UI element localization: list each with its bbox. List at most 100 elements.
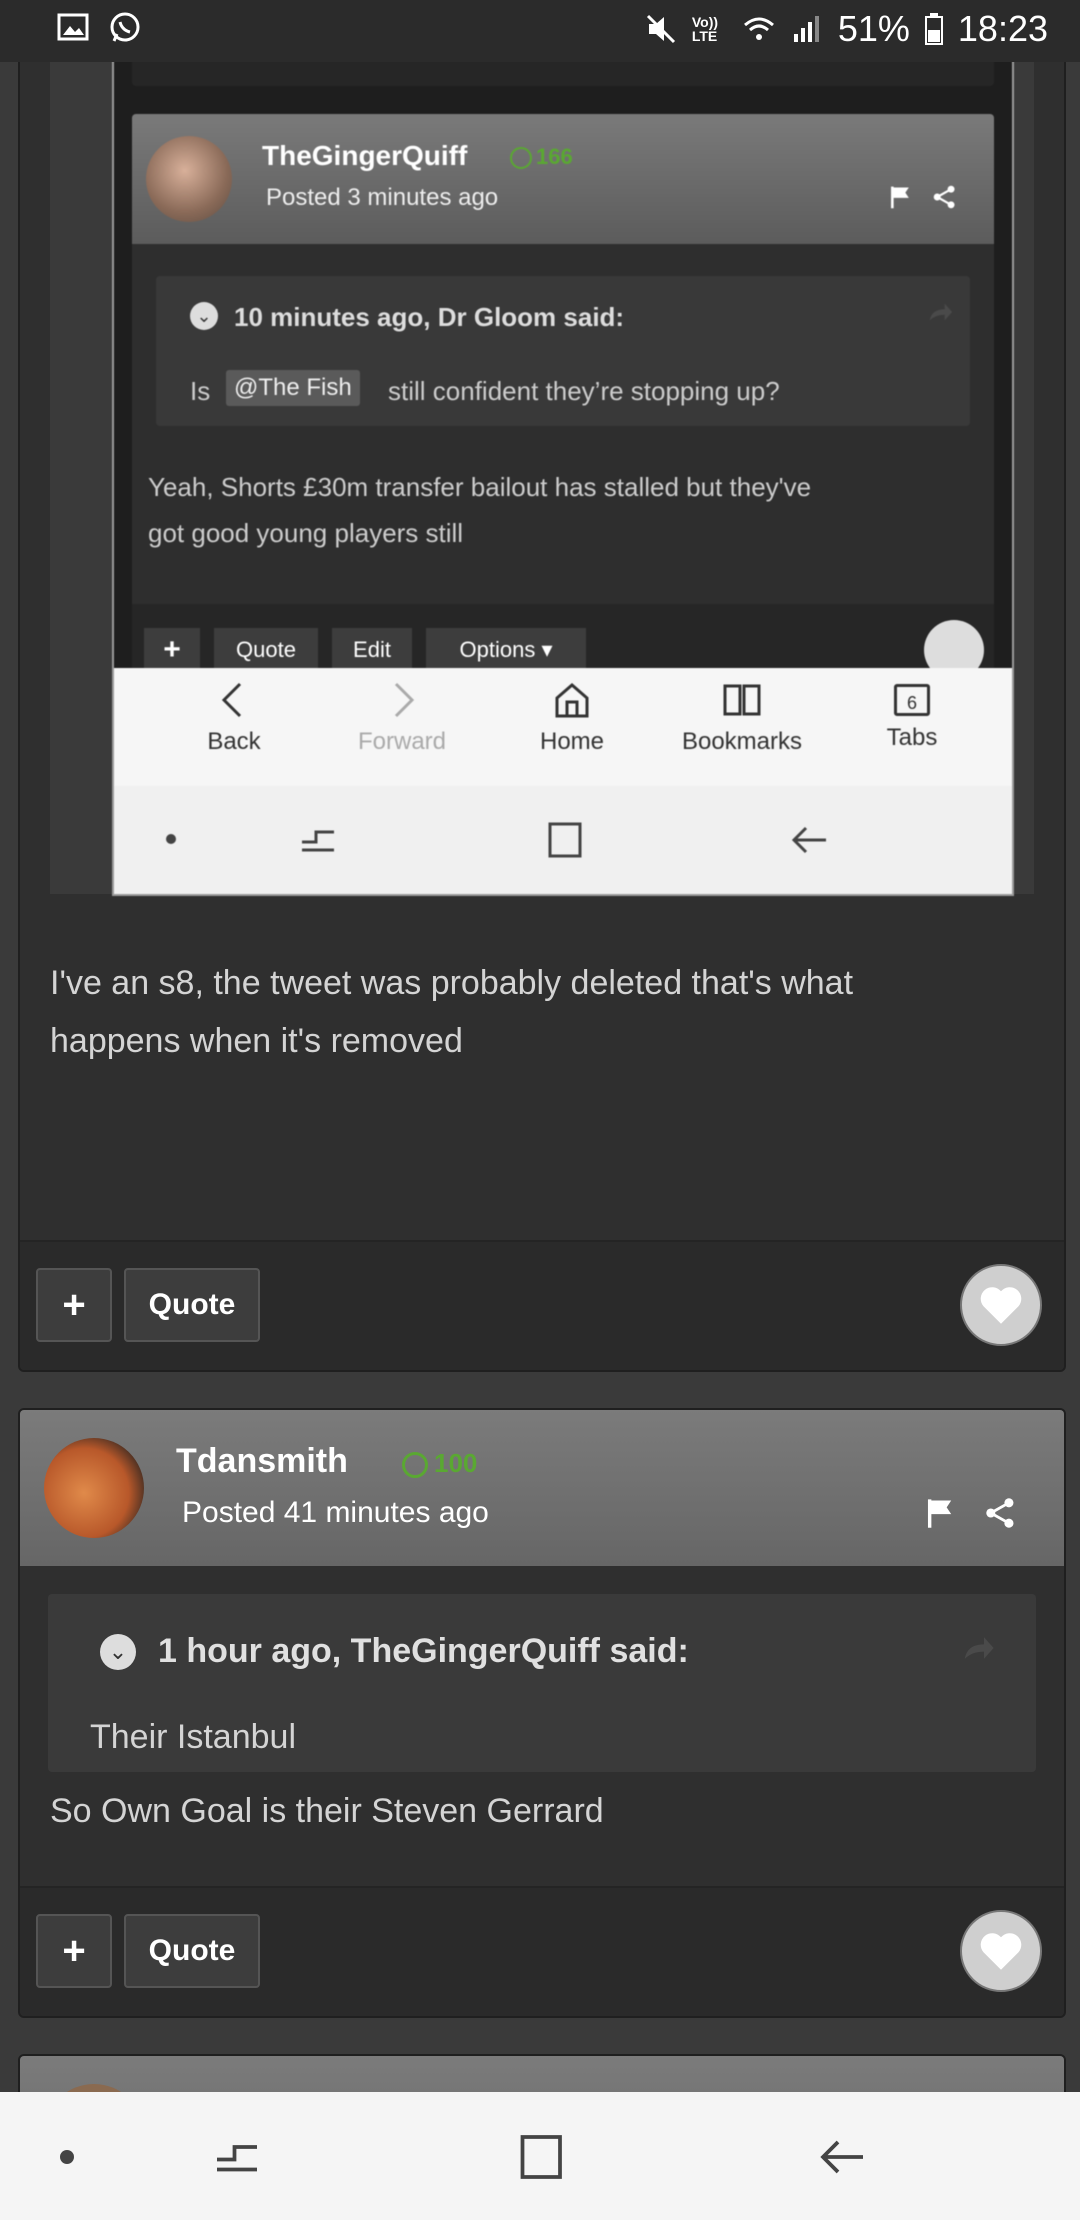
like-button[interactable] [960,1264,1042,1346]
back-arrow-icon [791,826,826,854]
post-footer: + Quote [20,1886,1064,2016]
like-button[interactable] [960,1910,1042,1992]
volte-indicator: Vo)) LTE [691,14,719,44]
quote-header: 1 hour ago, TheGingerQuiff said: [158,1632,689,1670]
share-icon[interactable] [932,184,958,210]
embedded-post-body: ⌄ 10 minutes ago, Dr Gloom said: Is @The… [132,244,994,604]
home-icon [555,683,589,718]
forward-label: Forward [357,728,447,755]
system-nav-bar [0,2092,1080,2220]
flag-icon[interactable] [888,184,914,210]
post-timestamp: Posted 3 minutes ago [266,184,499,211]
wifi-icon [743,17,774,40]
embedded-post-footer: + Quote Edit Options ▾ [132,604,994,680]
plus-button[interactable]: + [144,628,200,672]
body-line: Yeah, Shorts £30m transfer bailout has s… [148,472,812,502]
username[interactable]: Tdansmith [176,1442,348,1481]
quote-button[interactable]: Quote [124,1914,260,1988]
bookmarks-label: Bookmarks [681,728,803,755]
plus-button[interactable]: + [36,1268,112,1342]
embedded-system-nav [114,786,1012,894]
post-card [18,2054,1066,2092]
username[interactable]: TheGingerQuiff [262,140,467,172]
quote-block: ⌄ 1 hour ago, TheGingerQuiff said: Their… [48,1594,1036,1772]
body-line: got good young players still [148,518,464,548]
status-bar: Vo)) LTE 51% 18:23 [0,0,1080,62]
back-label: Back [207,728,261,755]
battery-percent: 51% [837,8,910,49]
forward-button[interactable]: Forward [322,680,482,756]
chevron-down-icon[interactable]: ⌄ [100,1634,136,1670]
post-footer: + Quote [20,1240,1064,1370]
tabs-button[interactable]: 6 Tabs [832,680,992,752]
plus-button[interactable]: + [36,1914,112,1988]
post-card: TheGingerQuiff 166 Posted 3 minutes ago … [18,62,1066,1372]
bookmarks-button[interactable]: Bookmarks [662,680,822,756]
post-header: Tdansmith 100 Posted 41 minutes ago [20,1410,1064,1566]
forum-thread[interactable]: TheGingerQuiff 166 Posted 3 minutes ago … [0,62,1080,2092]
quote-text-prefix: Is [190,376,211,406]
chevron-right-icon [394,682,415,718]
go-to-quote-icon[interactable] [960,1630,996,1666]
back-button[interactable]: Back [154,680,314,756]
body-line: happens when it's removed [50,1022,463,1060]
reputation-value: 100 [434,1448,478,1478]
quote-header: 10 minutes ago, Dr Gloom said: [234,302,625,332]
quote-button[interactable]: Quote [214,628,318,672]
whatsapp-icon [110,12,140,42]
plus-circle-icon [402,1452,428,1479]
reputation-badge: 100 [402,1448,477,1479]
tab-count: 6 [906,693,917,713]
dot-indicator [60,2150,74,2164]
mute-icon [646,14,675,44]
home-square-icon[interactable] [515,2132,565,2182]
post-body-text: Yeah, Shorts £30m transfer bailout has s… [148,464,811,556]
options-label: Options [459,637,536,662]
tabs-icon: 6 [894,684,930,716]
body-line: I've an s8, the tweet was probably delet… [50,964,854,1002]
avatar [146,136,232,222]
edit-button[interactable]: Edit [332,628,412,672]
post-header [20,2056,1064,2092]
home-label: Home [539,728,605,755]
avatar[interactable] [44,1438,144,1538]
plus-circle-icon [510,147,532,170]
post-card: Tdansmith 100 Posted 41 minutes ago ⌄ 1 … [18,1408,1066,2018]
reputation-badge: 166 [510,144,573,170]
options-button[interactable]: Options ▾ [426,628,586,672]
chevron-left-icon [221,682,242,718]
embedded-screenshot-frame: TheGingerQuiff 166 Posted 3 minutes ago … [50,62,1034,896]
embedded-post-header: TheGingerQuiff 166 Posted 3 minutes ago [132,114,994,244]
home-square-icon [548,822,582,858]
go-to-quote-icon[interactable] [926,298,954,326]
post-body: I've an s8, the tweet was probably delet… [50,954,1030,1070]
tabs-label: Tabs [886,724,938,751]
post-timestamp: Posted 41 minutes ago [182,1496,489,1529]
post-body: So Own Goal is their Steven Gerrard [50,1792,604,1830]
quote-button[interactable]: Quote [124,1268,260,1342]
heart-icon [980,1287,1022,1324]
chevron-down-icon[interactable]: ⌄ [190,302,218,330]
share-icon[interactable] [984,1496,1018,1530]
signal-icon [793,16,819,42]
bookmarks-icon [723,684,761,716]
dot-indicator [166,834,176,844]
quote-block: ⌄ 10 minutes ago, Dr Gloom said: Is @The… [156,276,970,426]
recent-apps-icon[interactable] [212,2132,262,2182]
clock: 18:23 [957,8,1048,49]
browser-nav-bar: Back Forward Home Bookmarks 6 Tabs [114,668,1012,786]
recent-apps-icon [302,830,334,852]
gallery-icon [57,13,89,41]
mention-tag[interactable]: @The Fish [226,370,360,406]
embedded-screenshot[interactable]: TheGingerQuiff 166 Posted 3 minutes ago … [112,62,1014,896]
reputation-value: 166 [536,144,573,169]
battery-icon [924,13,943,45]
back-arrow-icon[interactable] [818,2132,868,2182]
home-button[interactable]: Home [492,680,652,756]
previous-post-footer [132,62,994,86]
flag-icon[interactable] [924,1496,958,1530]
quote-text-suffix: still confident they’re stopping up? [388,376,780,406]
quote-text: Their Istanbul [90,1718,296,1756]
heart-icon [980,1933,1022,1970]
avatar[interactable] [44,2084,144,2092]
